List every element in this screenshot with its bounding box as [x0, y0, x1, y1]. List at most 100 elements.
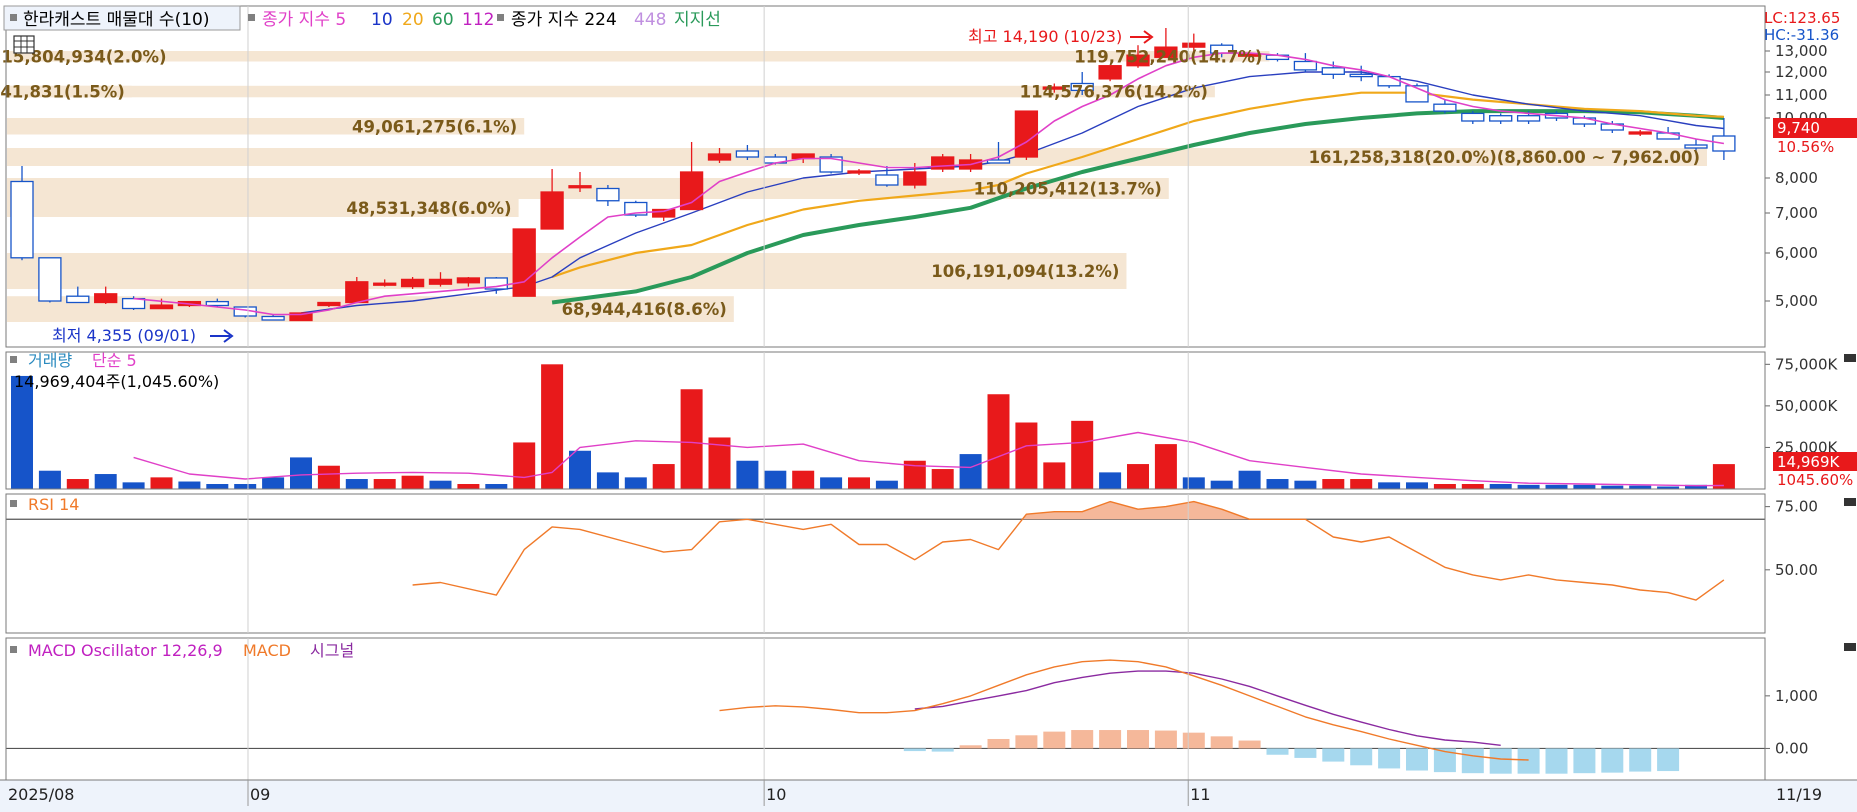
volume-bar [1099, 472, 1122, 489]
candle-body [707, 153, 732, 161]
legend-rsi[interactable]: RSI 14 [28, 495, 79, 514]
candle-body [1489, 115, 1513, 122]
volume-bar [959, 454, 982, 489]
macd-oscillator-bar [1071, 730, 1094, 749]
x-axis-label: 2025/08 [8, 785, 74, 804]
candle [512, 228, 536, 297]
macd-oscillator-bar [1238, 740, 1261, 749]
price-tick-label: 11,000 [1775, 86, 1828, 104]
candle-body [428, 278, 453, 285]
panel-toggle-icon[interactable] [1844, 498, 1856, 506]
rsi-tick-label: 50.00 [1775, 561, 1818, 579]
volume-bar [764, 470, 787, 489]
volume-bar [1015, 422, 1038, 489]
volume-profile-label: 48,531,348(6.0%) [346, 199, 511, 218]
candle-body [568, 185, 592, 189]
volume-profile-label: 161,258,318(20.0%)(8,860.00 ~ 7,962.00) [1309, 148, 1700, 167]
volume-bar [429, 480, 452, 489]
volume-profile-label: 106,191,094(13.2%) [931, 262, 1119, 281]
candle-body [735, 150, 760, 158]
stock-name[interactable]: 한라캐스트 매물대 수(10) [23, 10, 209, 30]
volume-bar [1210, 480, 1233, 489]
legend-ma10[interactable]: 10 [371, 10, 393, 30]
candle-body [261, 315, 285, 321]
macd-oscillator-bar [1629, 748, 1652, 772]
volume-bar [1378, 482, 1401, 489]
candle-body [456, 277, 481, 284]
volume-bar [1238, 470, 1261, 489]
rsi-tick-label: 75.00 [1775, 498, 1818, 516]
volume-bar [931, 469, 954, 489]
volume-bar [178, 481, 201, 489]
volume-bar [206, 484, 229, 489]
current-price: 9,740 [1777, 119, 1820, 137]
legend-square-icon [10, 646, 17, 653]
x-axis-band [0, 780, 1857, 812]
volume-bar [848, 477, 870, 489]
legend-ma-label2[interactable]: 종가 지수 224 [511, 10, 617, 30]
legend-macd[interactable]: MACD [243, 641, 291, 660]
legend-support[interactable]: 지지선 [674, 10, 721, 30]
candle-body [94, 293, 118, 304]
macd-oscillator-bar [1461, 748, 1484, 774]
volume-profile-label: 114,576,376(14.2%) [1020, 83, 1208, 102]
volume-bar [401, 475, 424, 489]
x-axis-label: 11 [1190, 785, 1210, 804]
candle [819, 154, 843, 174]
volume-bar [792, 470, 815, 489]
macd-oscillator-bar [1210, 736, 1233, 749]
macd-oscillator-bar [1322, 748, 1345, 762]
volume-bar [1127, 464, 1149, 489]
candle-body [149, 304, 174, 310]
volume-bar [1573, 484, 1596, 489]
macd-oscillator-bar [1517, 748, 1540, 774]
macd-oscillator-bar [1378, 748, 1401, 769]
candle-body [986, 159, 1011, 164]
legend-ma112[interactable]: 112 [462, 10, 494, 30]
panel-toggle-icon[interactable] [1844, 643, 1856, 651]
volume-bar [1322, 479, 1345, 489]
volume-bar [1154, 444, 1177, 489]
current-volume: 14,969K [1777, 453, 1840, 471]
macd-oscillator-bar [931, 748, 954, 752]
candle [121, 296, 146, 310]
candle [1405, 83, 1429, 103]
price-tick-label: 8,000 [1775, 169, 1818, 187]
legend-ma60[interactable]: 60 [432, 10, 454, 30]
macd-tick-label: 1,000 [1775, 687, 1818, 705]
volume-bar [652, 464, 675, 489]
high-label: 최고 14,190 (10/23) [968, 27, 1122, 46]
legend-ma-label[interactable]: 종가 지수 5 [262, 10, 346, 30]
legend-macd-osc[interactable]: MACD Oscillator 12,26,9 [28, 641, 223, 660]
candle-body [1628, 131, 1652, 135]
candle-body [1461, 112, 1485, 122]
legend-square-icon [10, 500, 17, 507]
price-tick-label: 12,000 [1775, 63, 1828, 81]
legend-ma20[interactable]: 20 [402, 10, 424, 30]
volume-bar [1294, 480, 1317, 489]
candle-body [10, 180, 34, 259]
volume-bar [736, 460, 759, 489]
macd-oscillator-bar [959, 745, 982, 749]
macd-oscillator-bar [1657, 748, 1680, 772]
legend-ma448[interactable]: 448 [634, 10, 666, 30]
legend-volume[interactable]: 거래량 [28, 351, 72, 370]
lc-label: LC:123.65 [1764, 9, 1840, 27]
volume-bar [680, 389, 703, 489]
stock-chart: 13,00012,00011,00010,0008,0007,0006,0005… [0, 0, 1857, 812]
volume-bar [1350, 479, 1373, 489]
volume-bar [1489, 484, 1512, 489]
legend-signal[interactable]: 시그널 [310, 641, 354, 660]
candle [38, 257, 62, 303]
macd-oscillator-bar [1545, 748, 1568, 774]
candle-body [875, 174, 899, 186]
candle-body [205, 300, 229, 307]
volume-profile-label: 11,841,831(1.5%) [0, 83, 125, 102]
volume-bar [38, 470, 61, 489]
hc-label: HC:-31.36 [1764, 26, 1839, 44]
table-icon[interactable] [13, 35, 35, 54]
volume-bar [317, 465, 340, 489]
volume-bar [345, 479, 368, 489]
panel-toggle-icon[interactable] [1844, 354, 1856, 362]
legend-volume-ma[interactable]: 단순 5 [92, 351, 137, 370]
